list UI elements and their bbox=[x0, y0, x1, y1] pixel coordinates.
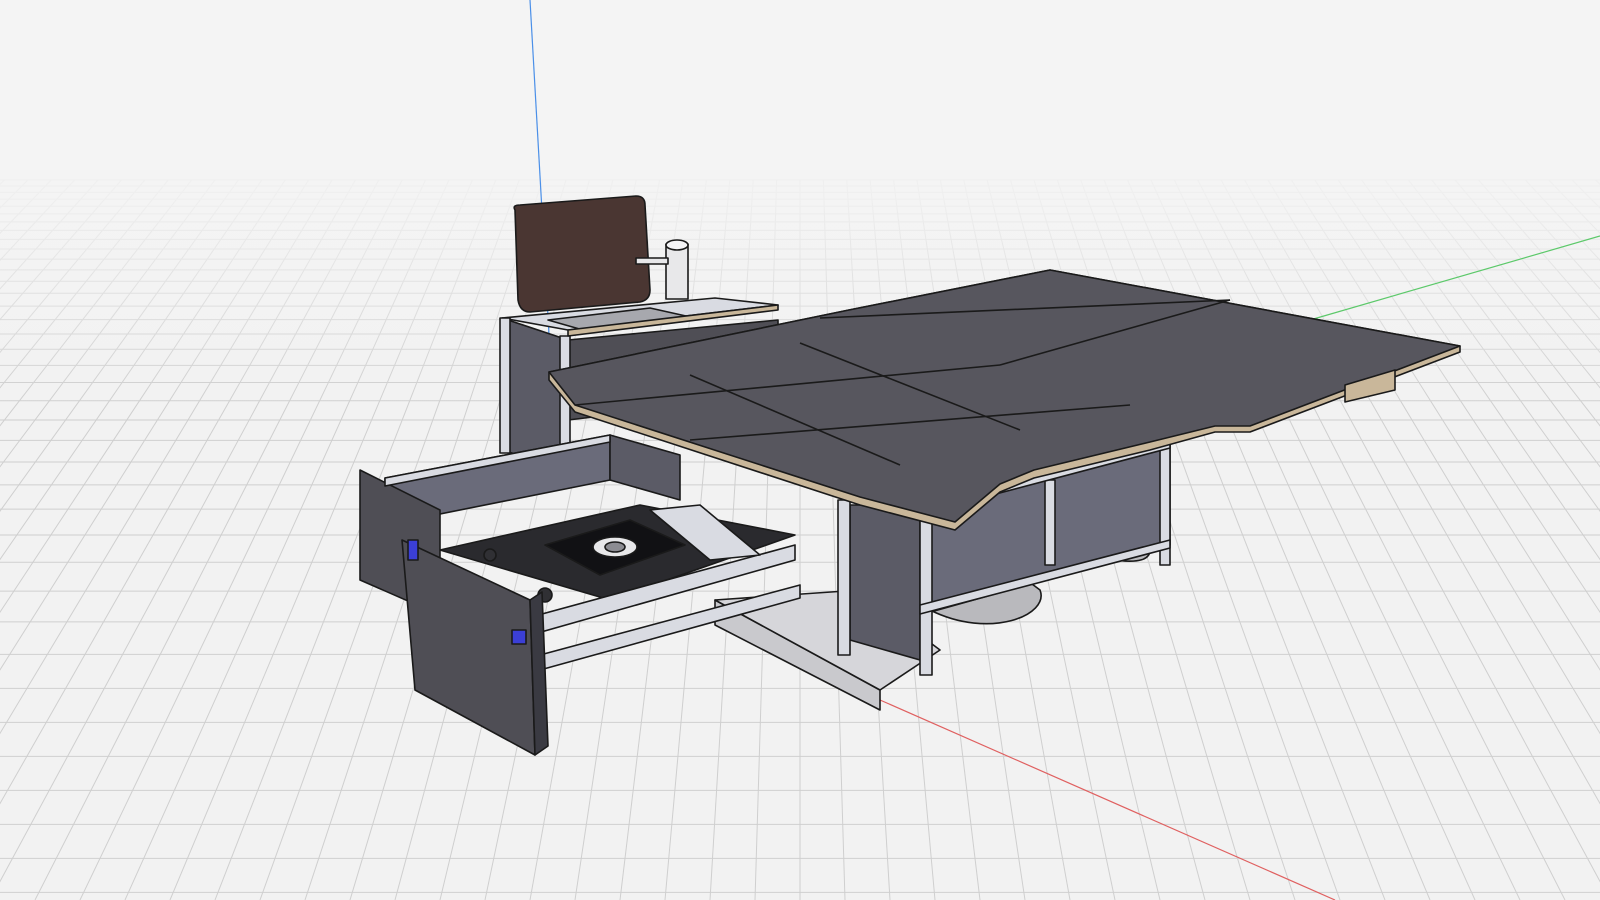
table-frame-end-panel bbox=[849, 504, 921, 661]
stove-knob-1[interactable] bbox=[483, 548, 497, 562]
latch-upper[interactable] bbox=[407, 539, 419, 561]
sink-lid[interactable] bbox=[513, 195, 651, 313]
frame-post-2 bbox=[919, 504, 933, 676]
faucet-body bbox=[665, 243, 689, 300]
faucet-spout bbox=[635, 257, 669, 265]
cad-viewport[interactable] bbox=[0, 0, 1600, 900]
latch-lower[interactable] bbox=[511, 629, 527, 645]
faucet-cap bbox=[665, 239, 689, 251]
cabinet-post-left bbox=[499, 317, 511, 454]
frame-post-3 bbox=[1044, 479, 1056, 566]
stove-burner-core bbox=[604, 541, 626, 553]
3d-scene[interactable] bbox=[0, 0, 1600, 900]
frame-post-1 bbox=[837, 499, 851, 656]
